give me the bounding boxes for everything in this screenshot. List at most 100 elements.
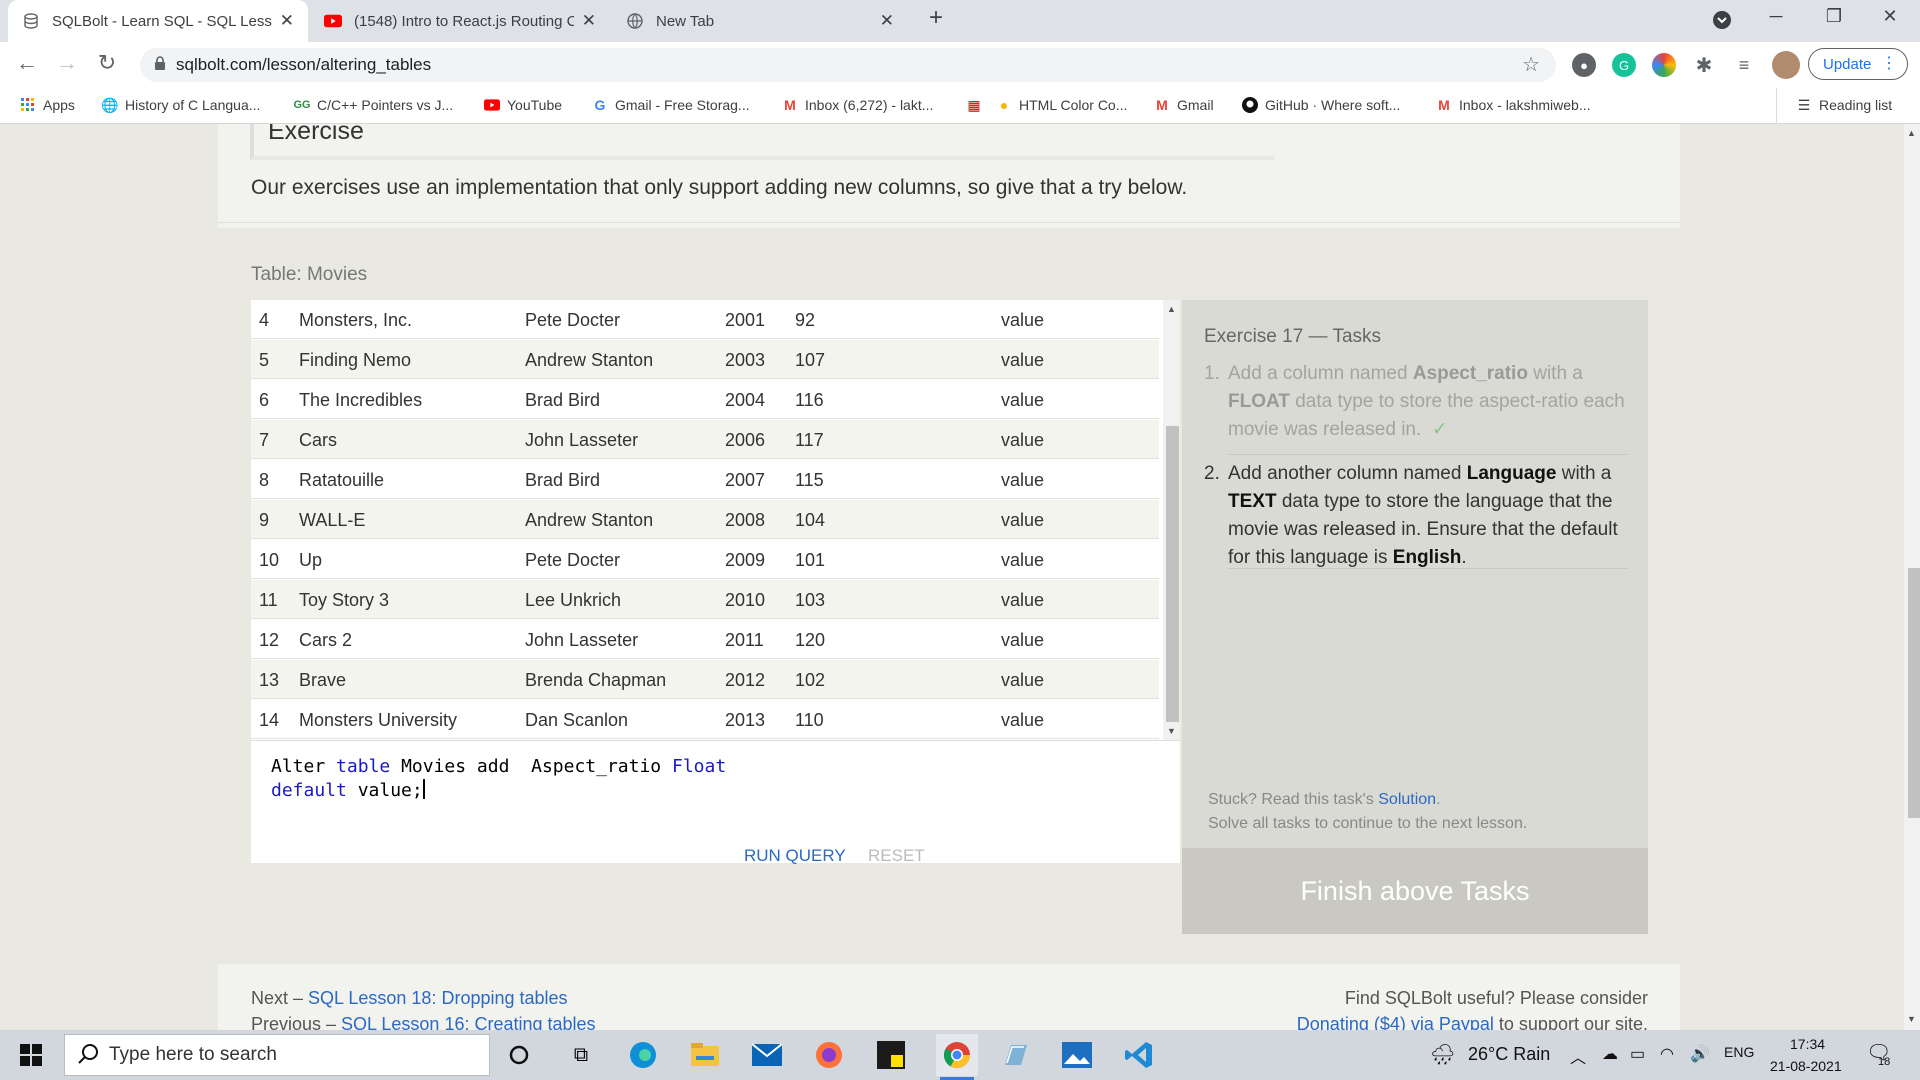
cortana-icon[interactable] (502, 1038, 536, 1072)
chrome-icon[interactable] (936, 1034, 978, 1076)
table-cell-year: 2008 (725, 510, 766, 530)
reading-list-button[interactable]: ☰ Reading list (1796, 97, 1892, 114)
bookmark-history-c[interactable]: 🌐 History of C Langua... (101, 97, 260, 114)
weather-icon[interactable]: 🌧 (1430, 1042, 1455, 1067)
windows-start-icon[interactable] (8, 1036, 54, 1074)
file-explorer-icon[interactable] (688, 1038, 722, 1072)
bookmark-github[interactable]: GitHub · Where soft... (1242, 97, 1400, 113)
bookmark-qr[interactable]: ▦ (966, 97, 989, 113)
new-tab-plus-icon[interactable]: + (916, 4, 956, 32)
language-indicator[interactable]: ENG (1724, 1044, 1754, 1060)
bookmark-inbox-lakshmi[interactable]: M Inbox - lakshmiweb... (1436, 97, 1590, 113)
wifi-icon[interactable]: ◠ (1660, 1044, 1674, 1064)
table-cell-extra: value (1001, 310, 1045, 330)
firefox-icon[interactable] (812, 1038, 846, 1072)
task-view-icon[interactable]: ⧉ (564, 1038, 598, 1072)
bookmark-gmail-free[interactable]: G Gmail - Free Storag... (592, 97, 750, 113)
query-editor[interactable]: Alter table Movies add Aspect_ratio Floa… (251, 740, 1180, 863)
donate-suffix: to support our site. (1493, 1014, 1648, 1030)
tab-youtube[interactable]: (1548) Intro to React.js Routing C... ✕ (310, 0, 610, 42)
bookmark-youtube[interactable]: YouTube (484, 97, 562, 113)
table-cell-title: Monsters University (299, 710, 458, 730)
grammarly-icon[interactable]: G (1612, 53, 1636, 77)
restore-icon[interactable]: ❐ (1814, 6, 1854, 27)
table-cell-extra: value (1001, 630, 1045, 650)
table-cell-director: Brenda Chapman (525, 670, 667, 690)
reset-button[interactable]: RESET (868, 846, 925, 866)
solution-link[interactable]: Solution (1378, 791, 1436, 808)
scroll-up-arrow-icon[interactable]: ▲ (1167, 304, 1176, 314)
tab-sqlbolt[interactable]: SQLBolt - Learn SQL - SQL Lesson 17: Alt… (8, 0, 308, 42)
page-scrollbar[interactable]: ▲ ▼ (1904, 124, 1920, 1030)
youtube-icon (484, 97, 500, 113)
gmail-icon: M (1438, 97, 1450, 113)
update-button[interactable]: Update ⋮ (1808, 48, 1908, 80)
close-tab-icon[interactable]: ✕ (582, 11, 596, 31)
onedrive-icon[interactable]: ☁ (1602, 1044, 1618, 1064)
battery-icon[interactable]: ▭ (1630, 1044, 1645, 1064)
tab-new-tab[interactable]: New Tab ✕ (612, 0, 908, 42)
sticky-notes-icon[interactable] (874, 1038, 908, 1072)
table-cell-director: Lee Unkrich (525, 590, 622, 610)
task-number: 2. (1204, 463, 1220, 484)
next-lesson-link[interactable]: SQL Lesson 18: Dropping tables (308, 988, 568, 1008)
close-tab-icon[interactable]: ✕ (880, 11, 894, 31)
tab-search-icon[interactable] (1702, 10, 1742, 35)
table-cell-year: 2011 (725, 630, 764, 650)
avatar[interactable] (1772, 51, 1800, 79)
bookmark-html-color[interactable]: ● HTML Color Co... (996, 97, 1128, 113)
table-cell-length: 101 (795, 550, 826, 570)
task-divider (1228, 568, 1628, 569)
close-window-icon[interactable]: ✕ (1870, 6, 1910, 27)
table-scrollbar-thumb[interactable] (1166, 426, 1179, 722)
scroll-up-arrow-icon[interactable]: ▲ (1907, 128, 1916, 138)
donate-link[interactable]: Donating ($4) via Paypal (1297, 1014, 1494, 1030)
address-bar[interactable]: sqlbolt.com/lesson/altering_tables ☆ (140, 48, 1556, 82)
finish-tasks-button[interactable]: Finish above Tasks (1182, 848, 1648, 934)
back-arrow-icon[interactable]: ← (12, 50, 42, 76)
bookmark-pointers[interactable]: GG C/C++ Pointers vs J... (293, 97, 453, 113)
scroll-down-arrow-icon[interactable]: ▼ (1167, 726, 1176, 736)
clock-time[interactable]: 17:34 (1790, 1036, 1825, 1052)
forward-arrow-icon[interactable]: → (52, 50, 82, 76)
page-scrollbar-thumb[interactable] (1908, 568, 1920, 818)
table-cell-director: John Lasseter (525, 430, 639, 450)
mail-icon[interactable] (750, 1038, 784, 1072)
minimize-icon[interactable]: ─ (1756, 6, 1796, 27)
bookmark-star-icon[interactable]: ☆ (1522, 52, 1540, 77)
close-tab-icon[interactable]: ✕ (280, 11, 294, 31)
lock-icon (154, 56, 166, 76)
editor-line-1: Alter table Movies add Aspect_ratio Floa… (271, 755, 1160, 779)
notification-count: 18 (1878, 1056, 1891, 1068)
bookmark-gmail[interactable]: M Gmail (1154, 97, 1213, 113)
table-scrollbar[interactable]: ▲ ▼ (1163, 300, 1180, 740)
reload-icon[interactable]: ↻ (92, 50, 122, 76)
notepad-icon[interactable] (998, 1038, 1032, 1072)
weather-text[interactable]: 26°C Rain (1468, 1044, 1550, 1065)
taskbar-search[interactable]: Type here to search (64, 1034, 490, 1076)
table-cell-title: Cars (299, 430, 338, 450)
edge-icon[interactable] (626, 1038, 660, 1072)
extension-icon[interactable]: ● (1572, 53, 1596, 77)
previous-lesson-link[interactable]: SQL Lesson 16: Creating tables (341, 1014, 596, 1030)
chevron-up-icon[interactable]: ︿ (1570, 1044, 1586, 1068)
bookmark-inbox-6272[interactable]: M Inbox (6,272) - lakt... (782, 97, 933, 113)
photos-icon[interactable] (1060, 1038, 1094, 1072)
bookmark-apps[interactable]: Apps (20, 97, 75, 113)
run-query-button[interactable]: RUN QUERY (744, 846, 846, 866)
solve-all-text: Solve all tasks to continue to the next … (1208, 815, 1528, 832)
color-picker-icon[interactable] (1652, 53, 1676, 77)
vscode-icon[interactable] (1122, 1038, 1156, 1072)
task-bold: English (1392, 547, 1462, 568)
table-cell-year: 2003 (725, 350, 766, 370)
search-placeholder: Type here to search (109, 1044, 277, 1065)
media-queue-icon[interactable]: ≡ (1732, 53, 1756, 77)
puzzle-extensions-icon[interactable]: ✱ (1692, 53, 1716, 77)
volume-icon[interactable]: 🔊 (1690, 1044, 1710, 1064)
task-text: with a (1527, 363, 1583, 384)
task-text: Add another column named (1228, 463, 1467, 484)
table-cell-year: 2012 (725, 670, 766, 690)
clock-date[interactable]: 21-08-2021 (1770, 1058, 1842, 1074)
scroll-down-arrow-icon[interactable]: ▼ (1907, 1014, 1916, 1024)
previous-lesson: Previous – SQL Lesson 16: Creating table… (251, 1014, 596, 1030)
